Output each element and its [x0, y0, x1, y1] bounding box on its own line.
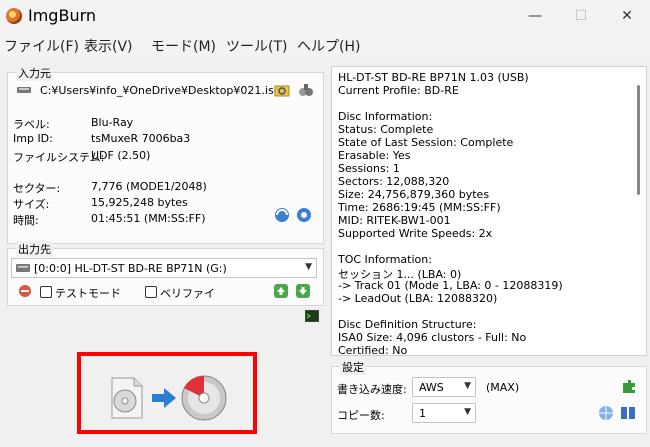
log-window-icon[interactable] [305, 310, 319, 322]
window-title: ImgBurn [28, 6, 97, 25]
log-line: State of Last Session: Complete [338, 136, 514, 149]
source-legend: 入力元 [16, 65, 53, 81]
size-field-value: 15,925,248 bytes [91, 196, 188, 209]
book-icon[interactable] [620, 405, 636, 421]
settings-legend: 設定 [340, 359, 366, 375]
settings-group: 設定 書き込み速度: AWS ▼ (MAX) コピー数: 1 ▼ [331, 359, 647, 434]
filesystem-field-value: UDF (2.50) [91, 149, 151, 162]
copies-label: コピー数: [337, 409, 385, 422]
write-speed-select[interactable]: AWS ▼ [412, 377, 476, 397]
destination-legend: 出力先 [16, 241, 53, 257]
verify-checkbox[interactable] [145, 286, 157, 298]
log-line: Sessions: 1 [338, 162, 400, 175]
destination-drive-select[interactable]: [0:0:0] HL-DT-ST BD-RE BP71N (G:) ▼ [11, 258, 317, 278]
menu-file[interactable]: ファイル(F) [4, 36, 79, 56]
log-line: -> LeadOut (LBA: 12088320) [338, 292, 498, 305]
menu-view[interactable]: 表示(V) [84, 36, 133, 56]
write-speed-label: 書き込み速度: [337, 383, 407, 396]
browse-folder-icon[interactable] [274, 82, 290, 98]
imgburn-app-icon [6, 8, 22, 24]
log-scrollbar-thumb[interactable] [637, 85, 640, 195]
impid-field-value: tsMuxeR 7006ba3 [91, 132, 191, 145]
write-speed-value: AWS [419, 381, 444, 394]
destination-group: 出力先 [0:0:0] HL-DT-ST BD-RE BP71N (G:) ▼ … [7, 241, 324, 306]
minimize-button[interactable]: — [512, 0, 558, 32]
log-line: Sectors: 12,088,320 [338, 175, 450, 188]
chevron-down-icon: ▼ [305, 262, 312, 272]
test-mode-checkbox[interactable] [40, 286, 52, 298]
test-mode-icon [19, 285, 31, 297]
arrow-down-icon[interactable] [296, 284, 310, 298]
sectors-field-label: セクター: [13, 182, 61, 195]
log-line: Disc Information: [338, 110, 433, 123]
source-path[interactable]: C:¥Users¥info_¥OneDrive¥Desktop¥021.iso [40, 84, 280, 97]
calculate-icon[interactable] [298, 82, 314, 98]
log-line: -> Track 01 (Mode 1, LBA: 0 - 12088319) [338, 279, 563, 292]
log-line: Certified: No [338, 344, 408, 356]
write-button-highlight [77, 352, 257, 434]
log-line: ISA0 Size: 4,096 clustors - Full: No [338, 331, 527, 344]
menu-tools[interactable]: ツール(T) [226, 36, 287, 56]
info-globe-icon[interactable] [296, 207, 312, 223]
log-line: Time: 2686:19:45 (MM:SS:FF) [338, 201, 501, 214]
log-line: Status: Complete [338, 123, 434, 136]
log-line: Supported Write Speeds: 2x [338, 227, 493, 240]
drive-icon [16, 264, 30, 272]
chevron-down-icon: ▼ [464, 381, 471, 391]
settings-globe-icon[interactable] [598, 405, 614, 421]
maximize-button[interactable]: ☐ [558, 0, 604, 32]
time-field-value: 01:45:51 (MM:SS:FF) [91, 212, 206, 225]
sectors-field-value: 7,776 (MODE1/2048) [91, 180, 207, 193]
close-button[interactable]: ✕ [604, 0, 650, 32]
copies-select[interactable]: 1 ▼ [412, 403, 476, 423]
log-line: Size: 24,756,879,360 bytes [338, 188, 490, 201]
log-line: Current Profile: BD-RE [338, 84, 459, 97]
write-speed-max: (MAX) [486, 381, 520, 394]
label-field-label: ラベル: [13, 118, 50, 131]
label-field-value: Blu-Ray [91, 116, 134, 129]
log-line: Erasable: Yes [338, 149, 411, 162]
chevron-down-icon: ▼ [464, 407, 471, 417]
log-line: MID: RITEK-BW1-001 [338, 214, 451, 227]
impid-field-label: Imp ID: [13, 132, 53, 145]
log-line: HL-DT-ST BD-RE BP71N 1.03 (USB) [338, 71, 529, 84]
arrow-up-icon[interactable] [274, 284, 288, 298]
log-line: Disc Definition Structure: [338, 318, 477, 331]
source-group: 入力元 C:¥Users¥info_¥OneDrive¥Desktop¥021.… [7, 65, 324, 244]
time-field-label: 時間: [13, 214, 39, 227]
destination-drive-value: [0:0:0] HL-DT-ST BD-RE BP71N (G:) [34, 262, 227, 275]
test-mode-label: テストモード [55, 287, 121, 300]
title-bar: ImgBurn — ☐ ✕ [0, 0, 650, 32]
log-line: TOC Information: [338, 253, 432, 266]
refresh-globe-icon[interactable] [274, 207, 290, 223]
disc-image-icon [17, 87, 31, 93]
puzzle-icon[interactable] [620, 377, 638, 395]
device-info-log: HL-DT-ST BD-RE BP71N 1.03 (USB) Current … [331, 66, 647, 356]
verify-label: ベリファイ [160, 287, 215, 300]
menu-mode[interactable]: モード(M) [151, 36, 216, 56]
copies-value: 1 [419, 407, 426, 420]
size-field-label: サイズ: [13, 198, 50, 211]
menu-help[interactable]: ヘルプ(H) [297, 36, 360, 56]
menu-bar: ファイル(F) 表示(V) モード(M) ツール(T) ヘルプ(H) [0, 32, 650, 58]
